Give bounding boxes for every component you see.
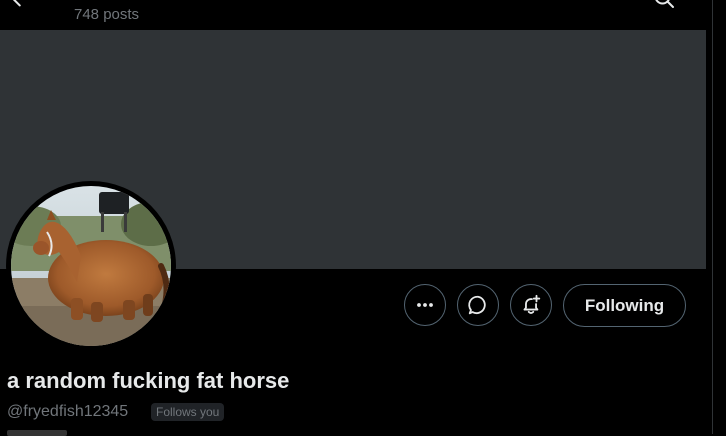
following-label: Following — [584, 295, 665, 315]
more-icon — [417, 303, 433, 307]
message-button[interactable] — [457, 284, 499, 326]
avatar[interactable] — [6, 181, 176, 351]
search-icon[interactable] — [652, 0, 676, 10]
top-bar: 748 posts — [0, 0, 706, 30]
display-name: a random fucking fat horse — [7, 368, 290, 393]
notification-bell-plus-icon — [523, 294, 541, 314]
avatar-image[interactable] — [11, 186, 171, 346]
more-button[interactable] — [404, 284, 446, 326]
user-handle: @fryedfish12345 — [7, 403, 129, 420]
post-count: 748 posts — [74, 6, 140, 23]
bio-text-partial — [7, 430, 67, 436]
following-button[interactable]: Following — [563, 284, 686, 327]
follows-you-badge: Follows you — [151, 403, 225, 421]
notification-button[interactable] — [510, 284, 552, 326]
scrollbar[interactable] — [706, 0, 726, 434]
back-arrow-icon[interactable] — [6, 0, 28, 10]
message-icon — [468, 295, 486, 315]
